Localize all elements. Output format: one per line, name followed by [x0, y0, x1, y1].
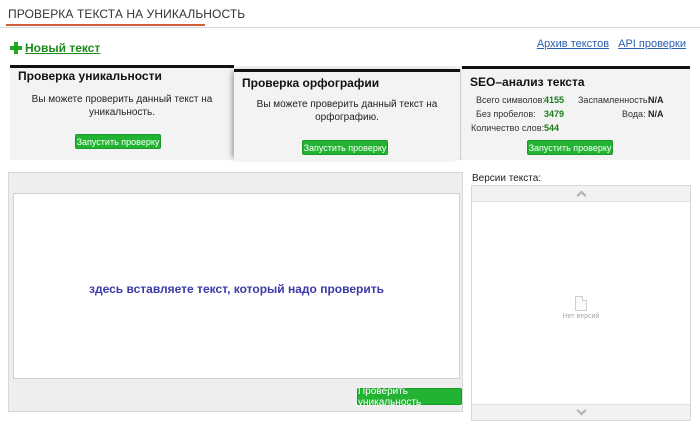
versions-label: Версии текста:	[472, 173, 542, 184]
check-uniqueness-button[interactable]: Проверить уникальность	[357, 386, 462, 408]
seo-spam-value: N/A	[648, 95, 664, 105]
panel-top-bar	[234, 69, 460, 72]
text-input-area[interactable]: здесь вставляете текст, который надо про…	[13, 193, 460, 379]
seo-word-count-label: Количество слов:	[471, 123, 544, 133]
seo-no-spaces-value: 3479	[544, 109, 565, 119]
chevron-down-icon	[576, 405, 586, 416]
new-text-label[interactable]: Новый текст	[25, 41, 100, 55]
chevron-up-icon	[576, 190, 586, 201]
top-links: Архив текстов API проверки	[531, 38, 686, 50]
seo-run-button[interactable]: Запустить проверку	[527, 140, 613, 155]
versions-scroll-up-button[interactable]	[472, 186, 690, 202]
page-header: ПРОВЕРКА ТЕКСТА НА УНИКАЛЬНОСТЬ	[0, 0, 700, 28]
spelling-panel: Проверка орфографии Вы можете проверить …	[234, 69, 461, 160]
archive-link[interactable]: Архив текстов	[537, 38, 609, 50]
document-icon	[575, 296, 587, 311]
editor-container: здесь вставляете текст, который надо про…	[8, 172, 463, 412]
spelling-panel-title: Проверка орфографии	[242, 76, 380, 90]
seo-water-value: N/A	[648, 109, 664, 119]
seo-no-spaces-label: Без пробелов:	[476, 109, 536, 119]
versions-list: Нет версий	[471, 185, 691, 421]
versions-scroll-down-button[interactable]	[472, 404, 690, 420]
seo-total-chars-label: Всего символов:	[476, 95, 545, 105]
spelling-run-button[interactable]: Запустить проверку	[302, 140, 388, 155]
api-link[interactable]: API проверки	[618, 38, 686, 50]
seo-panel-title: SEO–анализ текста	[470, 75, 585, 89]
spelling-panel-description: Вы можете проверить данный текст на орфо…	[256, 99, 438, 123]
analysis-panels: Проверка уникальности Вы можете проверит…	[10, 65, 690, 160]
new-text-link[interactable]: Новый текст	[10, 40, 100, 56]
uniqueness-panel: Проверка уникальности Вы можете проверит…	[10, 65, 234, 160]
seo-spam-label: Заспамленность:	[578, 95, 651, 105]
panel-top-bar	[462, 66, 690, 69]
seo-word-count-value: 544	[544, 123, 560, 133]
page-title: ПРОВЕРКА ТЕКСТА НА УНИКАЛЬНОСТЬ	[8, 7, 246, 21]
seo-water-label: Вода:	[622, 109, 646, 119]
uniqueness-panel-title: Проверка уникальности	[18, 69, 162, 83]
panel-top-bar	[10, 65, 234, 68]
no-versions-text: Нет версий	[562, 313, 600, 320]
seo-total-chars-value: 4155	[544, 95, 565, 105]
text-input-placeholder: здесь вставляете текст, который надо про…	[89, 282, 384, 296]
title-underline	[6, 24, 205, 26]
uniqueness-run-button[interactable]: Запустить проверку	[75, 134, 161, 149]
seo-panel: SEO–анализ текста Всего символов: 4155 З…	[462, 66, 690, 160]
plus-icon	[10, 42, 22, 54]
uniqueness-panel-description: Вы можете проверить данный текст на уник…	[31, 94, 213, 118]
